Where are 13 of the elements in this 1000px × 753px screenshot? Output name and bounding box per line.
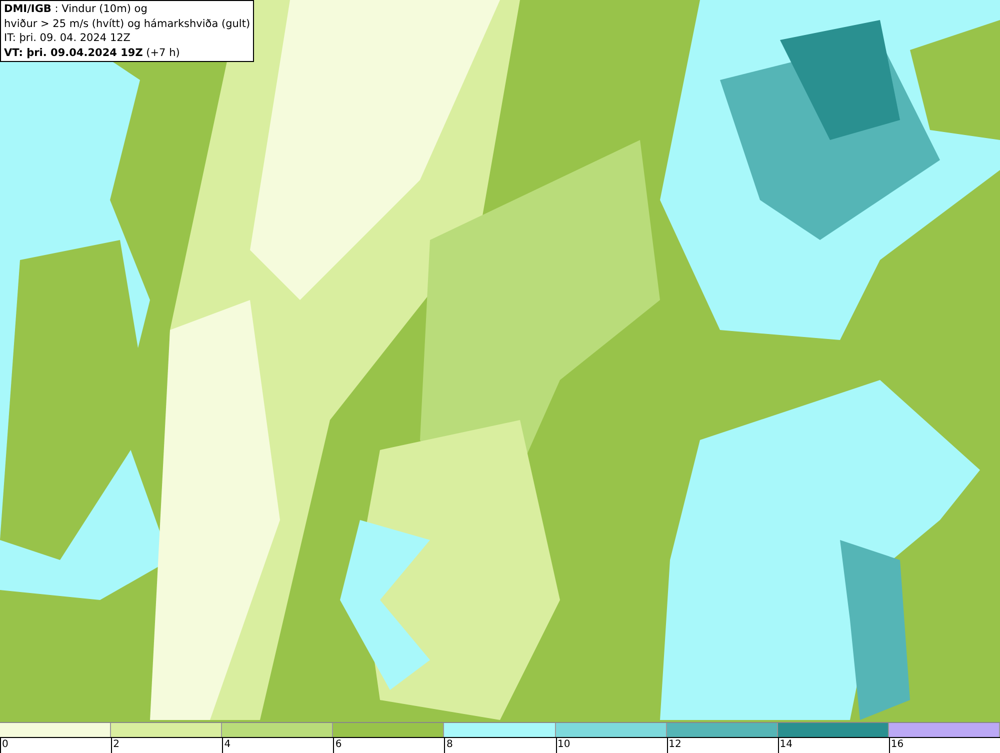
caption-line: hviður > 25 m/s (hvítt) og hámarkshviða (gult) xyxy=(4,16,250,31)
caption-line: DMI/IGB : Vindur (10m) og xyxy=(4,2,148,16)
scale-tick-label: 10 xyxy=(556,738,570,753)
scale-tick-label: 8 xyxy=(444,738,453,753)
scale-tick-label: 16 xyxy=(888,738,904,753)
caption-line: VT: þri. 09.04.2024 19Z (+7 h) xyxy=(4,46,181,60)
scale-tick-label: 14 xyxy=(778,738,792,753)
scale-tick-label: 12 xyxy=(666,738,682,753)
scale-tick-label: 4 xyxy=(222,738,231,753)
scale-tick-label: 2 xyxy=(111,738,120,753)
scale-tick-label: 6 xyxy=(333,738,342,753)
caption-line: IT: þri. 09. 04. 2024 12Z xyxy=(4,31,132,46)
scale-tick-label: 0 xyxy=(0,738,8,753)
